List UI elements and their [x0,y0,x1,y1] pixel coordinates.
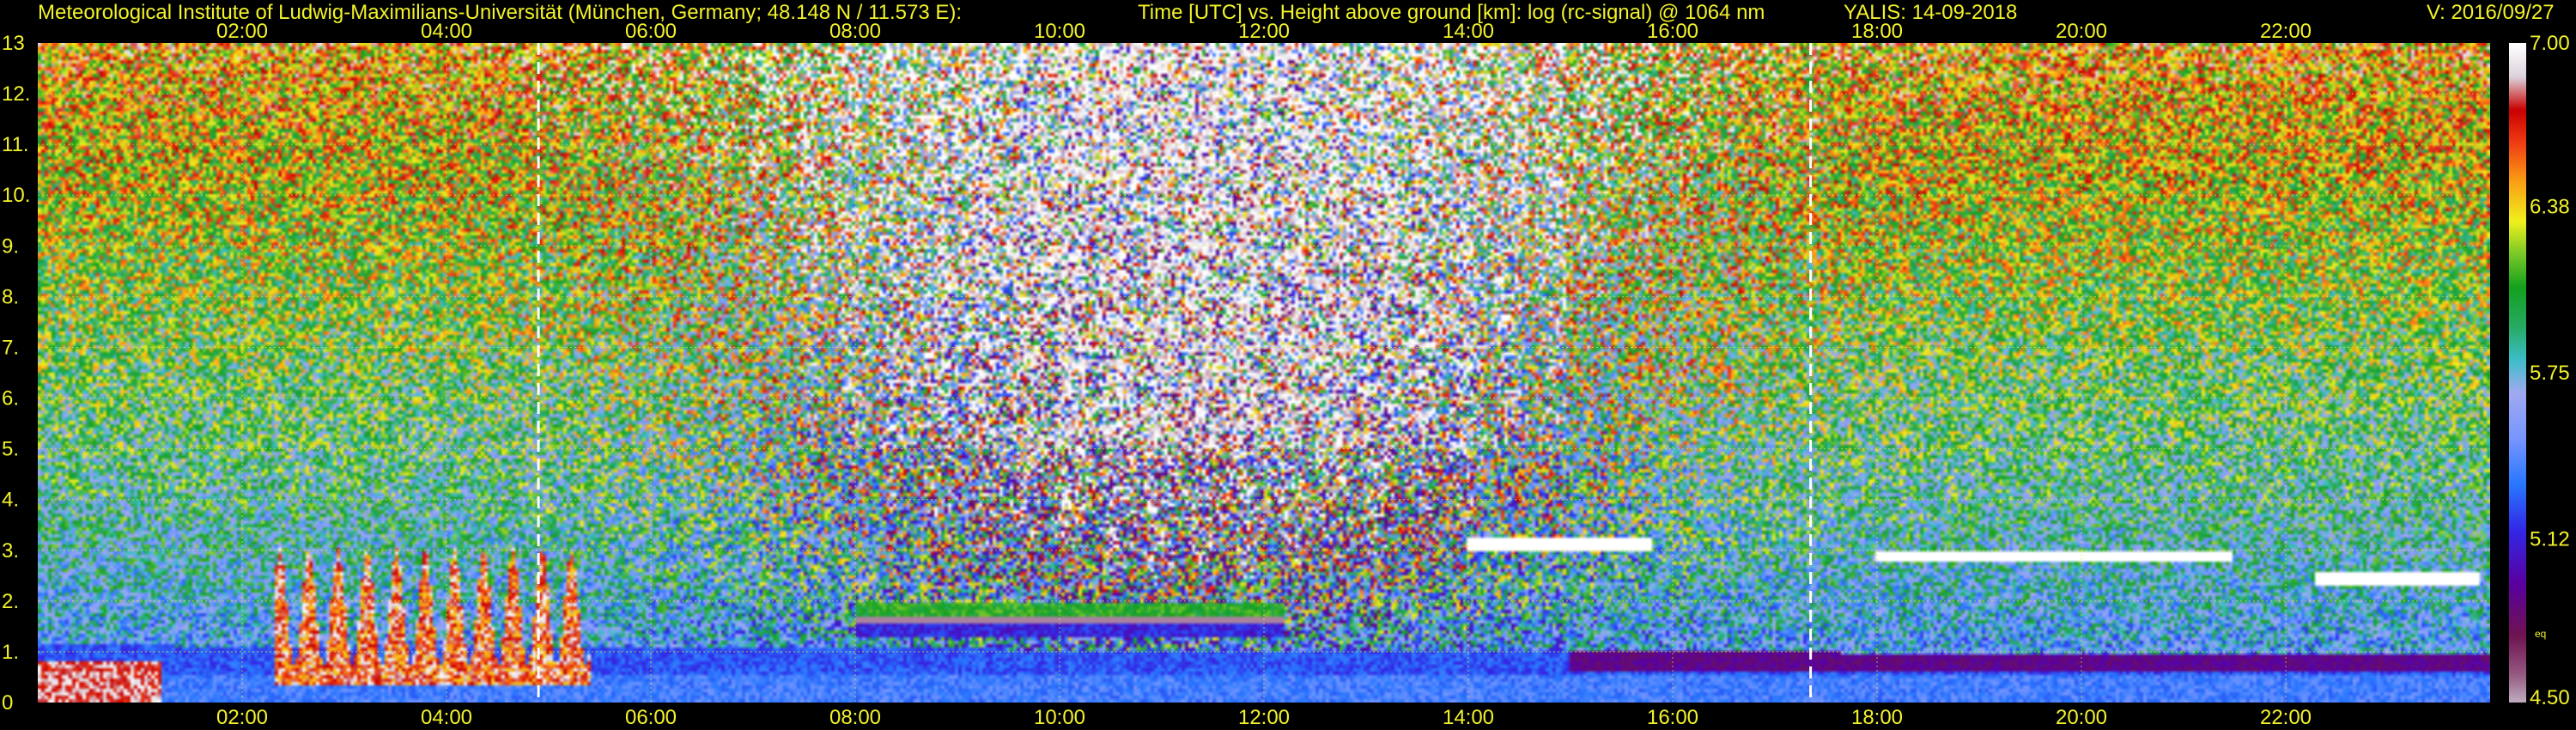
x-tick-label-bottom: 04:00 [421,706,472,729]
x-axis-bottom: 02:00 04:00 06:00 08:00 10:00 12:00 14:00 16:00… [216,706,2312,729]
x-tick-label-top: 14:00 [1443,20,1494,43]
x-tick-label-bottom: 02:00 [216,706,268,729]
y-tick-label: 0 [2,691,13,715]
x-tick-label-bottom: 20:00 [2056,706,2107,729]
y-tick-label: 9. [2,234,19,258]
x-tick-label-top: 06:00 [625,20,677,43]
x-tick-label-top: 20:00 [2056,20,2107,43]
y-tick-label: 11. [2,133,29,156]
colorbar-gradient [2509,43,2526,703]
x-tick-label-bottom: 22:00 [2260,706,2312,729]
x-tick-label-bottom: 18:00 [1851,706,1903,729]
x-tick-label-top: 18:00 [1851,20,1903,43]
y-tick-label: 6. [2,387,19,411]
y-tick-label: 7. [2,336,19,359]
y-tick-label: 8. [2,285,19,308]
x-tick-label-bottom: 16:00 [1647,706,1698,729]
institute-label: Meteorological Institute of Ludwig-Maxim… [38,1,962,24]
colorbar-small-label: eq [2535,628,2546,640]
y-tick-label: 2. [2,590,19,613]
x-tick-label-bottom: 06:00 [625,706,677,729]
x-tick-label-top: 08:00 [829,20,881,43]
y-tick-label: 4. [2,489,19,512]
x-tick-label-top: 12:00 [1238,20,1290,43]
chart-svg: Meteorological Institute of Ludwig-Maxim… [2,1,2570,729]
colorbar-tick-label: 7.00 [2530,32,2570,55]
y-tick-label: 1. [2,641,19,664]
x-tick-label-bottom: 10:00 [1034,706,1085,729]
y-tick-label: 13 [2,32,25,55]
colorbar-tick-label: 5.75 [2530,362,2570,385]
colorbar: 7.00 6.38 5.75 5.12 4.50 eq [2509,32,2570,709]
x-tick-label-bottom: 14:00 [1443,706,1494,729]
version-label: V: 2016/09/27 [2427,1,2555,24]
y-tick-label: 5. [2,438,19,461]
colorbar-tick-label: 6.38 [2530,195,2570,218]
plot-area [38,43,2490,703]
y-axis: 0 1. 2. 3. 4. 5. 6. 7. 8. 9. 10. 11. 12. 13 [2,32,30,715]
y-tick-label: 12. [2,82,30,106]
x-tick-label-top: 22:00 [2260,20,2312,43]
x-tick-label-top: 16:00 [1647,20,1698,43]
x-tick-label-bottom: 08:00 [829,706,881,729]
x-tick-label-top: 02:00 [216,20,268,43]
x-tick-label-top: 10:00 [1034,20,1085,43]
y-tick-label: 10. [2,184,30,207]
colorbar-ticks: 7.00 6.38 5.75 5.12 4.50 [2530,32,2570,709]
x-tick-label-bottom: 12:00 [1238,706,1290,729]
x-tick-label-top: 04:00 [421,20,472,43]
colorbar-tick-label: 4.50 [2530,686,2570,709]
colorbar-tick-label: 5.12 [2530,528,2570,551]
y-tick-label: 3. [2,539,19,563]
